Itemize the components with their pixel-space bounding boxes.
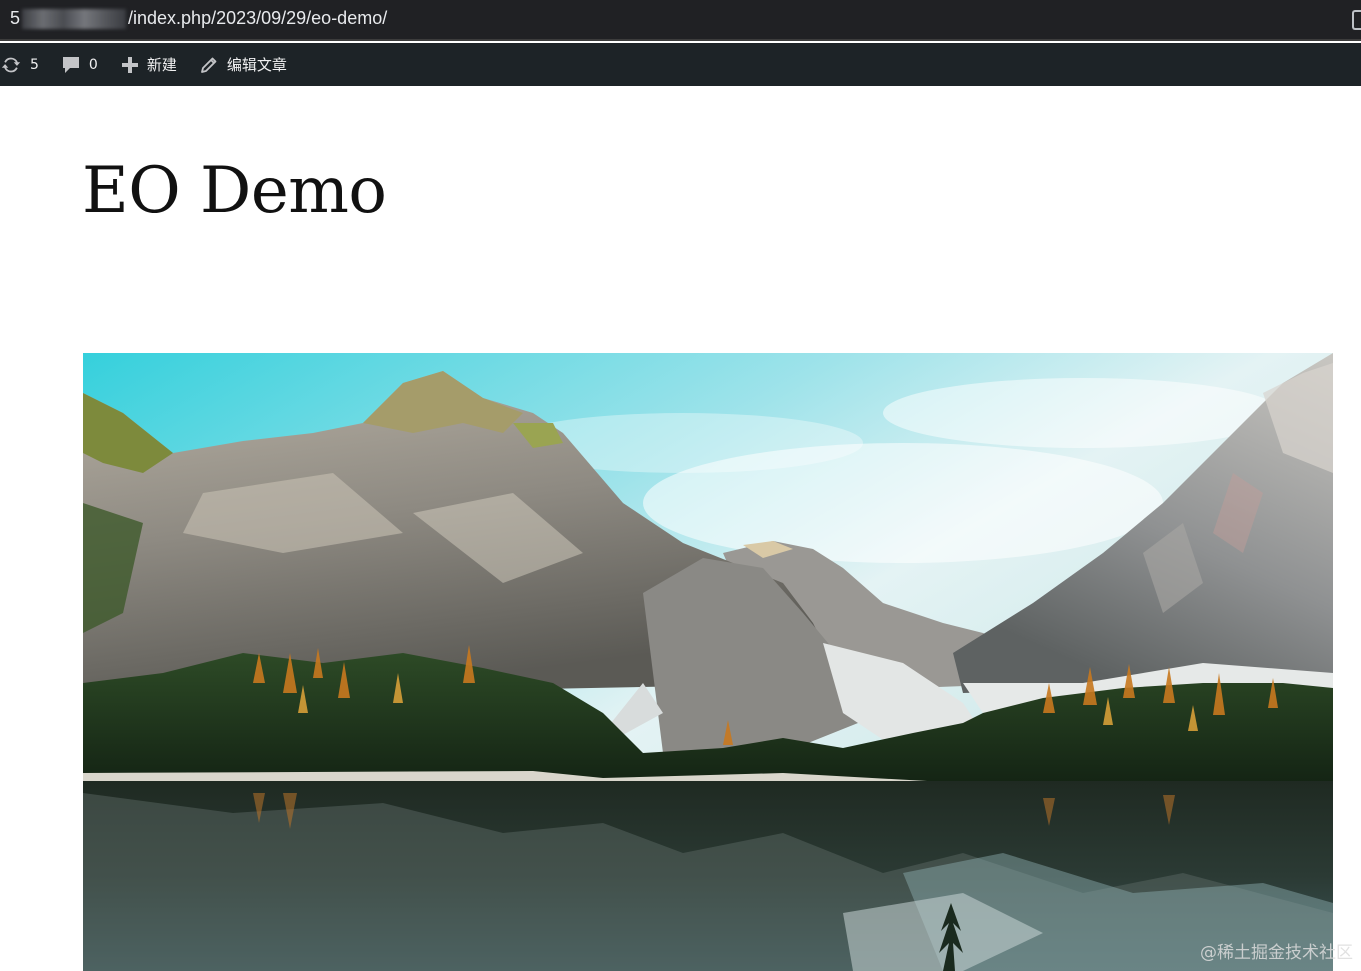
mountain-lake-image — [83, 353, 1333, 971]
updates-menu-item[interactable]: 5 — [0, 43, 39, 86]
plus-icon — [121, 56, 138, 73]
edit-post-label: 编辑文章 — [226, 56, 287, 74]
watermark: @稀土掘金技术社区 — [1200, 943, 1353, 963]
new-content-menu-item[interactable]: 新建 — [121, 43, 177, 86]
url-path: /index.php/2023/09/29/eo-demo/ — [128, 8, 388, 28]
comment-bubble-icon — [62, 56, 79, 73]
pencil-icon — [200, 57, 217, 73]
url-text[interactable]: 5 /index.php/2023/09/29/eo-demo/ — [10, 8, 387, 29]
url-prefix: 5 — [10, 8, 21, 28]
new-label: 新建 — [146, 56, 177, 74]
edit-post-menu-item[interactable]: 编辑文章 — [199, 43, 287, 86]
refresh-icon — [1, 57, 21, 72]
post-title: EO Demo — [82, 154, 387, 228]
featured-image — [83, 353, 1333, 971]
wp-admin-bar: 5 0 新建 编辑文章 — [0, 43, 1361, 86]
sidebar-toggle-icon[interactable] — [1352, 10, 1361, 30]
comments-menu-item[interactable]: 0 — [61, 43, 98, 86]
comments-count: 0 — [88, 56, 98, 73]
url-redacted-host — [22, 8, 127, 29]
browser-address-bar[interactable]: 5 /index.php/2023/09/29/eo-demo/ — [0, 0, 1361, 41]
updates-count: 5 — [30, 56, 39, 73]
